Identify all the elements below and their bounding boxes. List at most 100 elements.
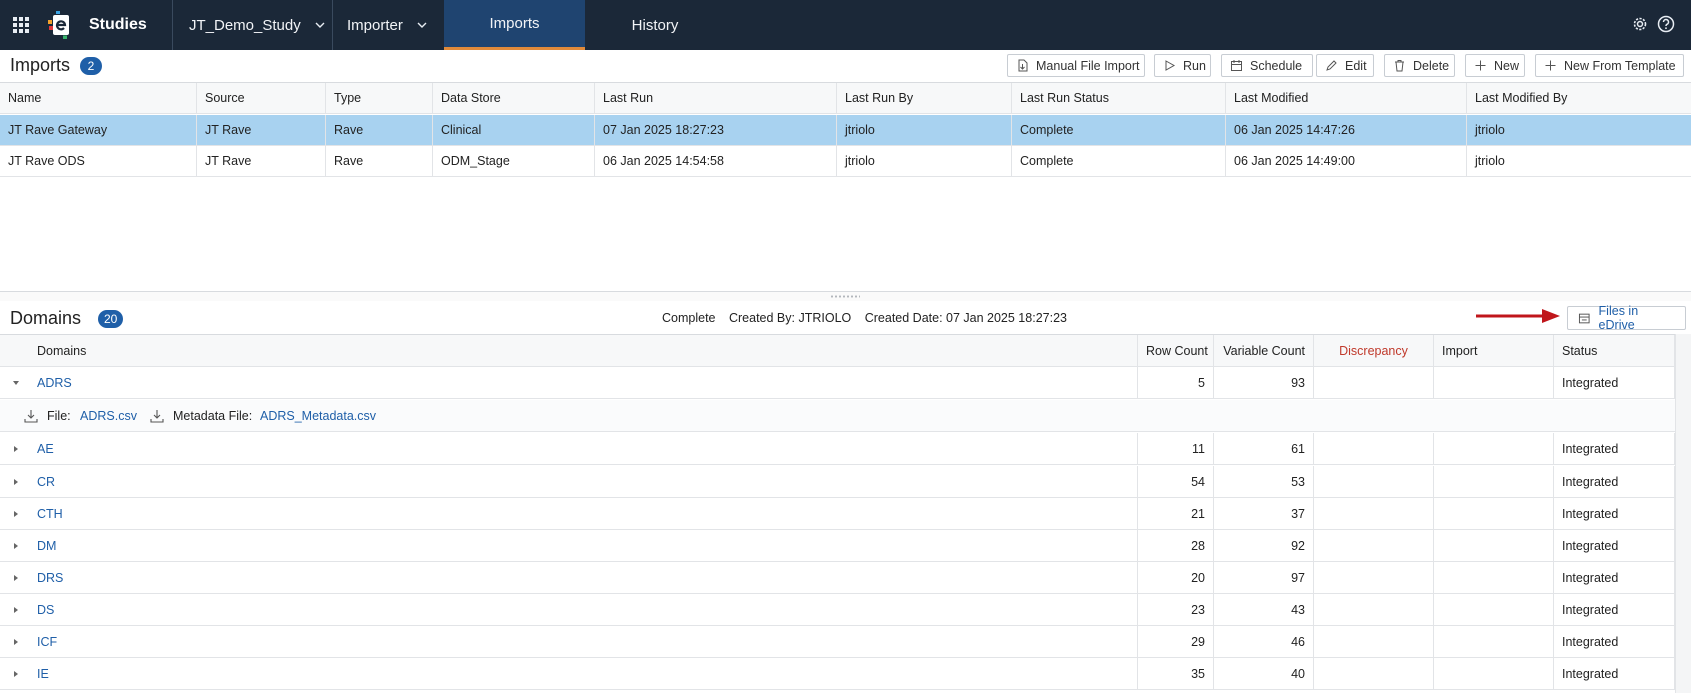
variable-count-cell: 53 xyxy=(1214,466,1314,497)
pencil-icon xyxy=(1326,60,1337,71)
domain-link[interactable]: CTH xyxy=(0,498,1138,529)
table-row[interactable]: AE 11 61 Integrated xyxy=(0,433,1675,465)
table-row[interactable]: CTH 21 37 Integrated xyxy=(0,498,1675,530)
metadata-file-label: Metadata File: xyxy=(173,409,253,423)
run-status-text: Complete xyxy=(662,311,716,325)
status-cell: Integrated xyxy=(1554,367,1675,398)
column-header[interactable]: Variable Count xyxy=(1214,335,1314,366)
edit-label: Edit xyxy=(1345,58,1367,73)
variable-count-cell: 97 xyxy=(1214,562,1314,593)
domain-link[interactable]: ICF xyxy=(0,626,1138,657)
table-row[interactable]: ICF 29 46 Integrated xyxy=(0,626,1675,658)
new-from-template-button[interactable]: New From Template xyxy=(1535,54,1684,77)
column-header[interactable]: Name xyxy=(0,83,197,113)
table-row[interactable]: JT Rave Gateway JT Rave Rave Clinical 07… xyxy=(0,115,1691,146)
column-header[interactable]: Row Count xyxy=(1138,335,1214,366)
column-header[interactable]: Last Modified xyxy=(1226,83,1467,113)
row-count-cell: 29 xyxy=(1138,626,1214,657)
manual-file-import-button[interactable]: Manual File Import xyxy=(1007,54,1145,77)
annotation-arrow-icon xyxy=(1476,309,1560,323)
table-row[interactable]: ADRS 5 93 Integrated xyxy=(0,367,1675,399)
delete-button[interactable]: Delete xyxy=(1384,54,1455,77)
tab-imports[interactable]: Imports xyxy=(444,0,585,50)
table-cell: jtriolo xyxy=(837,146,1012,176)
domain-link[interactable]: CR xyxy=(0,466,1138,497)
discrepancy-cell xyxy=(1314,498,1434,529)
chevron-down-icon xyxy=(417,22,427,28)
column-header[interactable]: Last Run xyxy=(595,83,837,113)
domain-link[interactable]: DM xyxy=(0,530,1138,561)
column-header[interactable]: Import xyxy=(1434,335,1554,366)
discrepancy-cell xyxy=(1314,433,1434,464)
domain-link[interactable]: ADRS xyxy=(0,367,1138,398)
row-count-cell: 11 xyxy=(1138,433,1214,464)
table-row[interactable]: JT Rave ODS JT Rave Rave ODM_Stage 06 Ja… xyxy=(0,146,1691,177)
module-selector[interactable]: Importer xyxy=(347,0,447,50)
column-header[interactable]: Data Store xyxy=(433,83,595,113)
domain-link[interactable]: DRS xyxy=(0,562,1138,593)
new-button[interactable]: New xyxy=(1465,54,1525,77)
status-cell: Integrated xyxy=(1554,498,1675,529)
study-selector[interactable]: JT_Demo_Study xyxy=(189,0,329,50)
table-row[interactable]: CR 54 53 Integrated xyxy=(0,466,1675,498)
column-header[interactable]: Domains xyxy=(0,335,1138,366)
tab-imports-label: Imports xyxy=(489,15,540,32)
metadata-file-link[interactable]: ADRS_Metadata.csv xyxy=(260,400,376,432)
plus-icon xyxy=(1545,60,1556,71)
vertical-scrollbar[interactable] xyxy=(1675,334,1691,693)
table-row[interactable]: DRS 20 97 Integrated xyxy=(0,562,1675,594)
row-count-cell: 5 xyxy=(1138,367,1214,398)
import-cell xyxy=(1434,466,1554,497)
table-row[interactable]: DS 23 43 Integrated xyxy=(0,594,1675,626)
column-header[interactable]: Last Run Status xyxy=(1012,83,1226,113)
table-cell: Complete xyxy=(1012,115,1226,145)
import-cell xyxy=(1434,562,1554,593)
study-selector-label: JT_Demo_Study xyxy=(189,16,301,34)
files-in-edrive-button[interactable]: Files in eDrive xyxy=(1567,304,1686,332)
row-count-cell: 23 xyxy=(1138,594,1214,625)
apps-grid-icon[interactable] xyxy=(13,17,29,33)
table-row[interactable]: DM 28 92 Integrated xyxy=(0,530,1675,562)
column-header[interactable]: Type xyxy=(326,83,433,113)
panel-splitter[interactable] xyxy=(0,292,1691,301)
schedule-button[interactable]: Schedule xyxy=(1221,54,1313,77)
column-header[interactable]: Last Modified By xyxy=(1467,83,1691,113)
run-button[interactable]: Run xyxy=(1154,54,1211,77)
download-icon[interactable] xyxy=(150,409,164,423)
file-link[interactable]: ADRS.csv xyxy=(80,400,137,432)
created-by-text: Created By: JTRIOLO xyxy=(728,311,852,325)
domain-link[interactable]: IE xyxy=(0,658,1138,689)
file-import-icon xyxy=(1018,59,1028,72)
domain-link[interactable]: AE xyxy=(0,433,1138,464)
tab-history[interactable]: History xyxy=(585,0,725,50)
file-label: File: xyxy=(47,409,71,423)
download-icon[interactable] xyxy=(24,409,38,423)
new-from-template-label: New From Template xyxy=(1564,58,1676,73)
help-icon[interactable] xyxy=(1657,15,1675,33)
brand-title[interactable]: Studies xyxy=(89,16,147,34)
gear-icon[interactable] xyxy=(1631,15,1649,33)
column-header[interactable]: Source xyxy=(197,83,326,113)
plus-icon xyxy=(1475,60,1486,71)
imports-count-badge: 2 xyxy=(80,57,102,75)
discrepancy-cell xyxy=(1314,562,1434,593)
table-cell: 07 Jan 2025 18:27:23 xyxy=(595,115,837,145)
column-header[interactable]: Discrepancy xyxy=(1314,335,1434,366)
column-header[interactable]: Status xyxy=(1554,335,1675,366)
column-header[interactable]: Last Run By xyxy=(837,83,1012,113)
row-count-cell: 20 xyxy=(1138,562,1214,593)
edit-button[interactable]: Edit xyxy=(1316,54,1374,77)
drive-icon xyxy=(1578,313,1590,323)
nav-divider xyxy=(332,0,333,50)
variable-count-cell: 93 xyxy=(1214,367,1314,398)
table-row[interactable]: IE 35 40 Integrated xyxy=(0,658,1675,690)
domain-link[interactable]: DS xyxy=(0,594,1138,625)
import-cell xyxy=(1434,367,1554,398)
status-cell: Integrated xyxy=(1554,658,1675,689)
discrepancy-cell xyxy=(1314,594,1434,625)
import-cell xyxy=(1434,530,1554,561)
table-cell: JT Rave Gateway xyxy=(0,115,197,145)
drag-handle-icon[interactable] xyxy=(830,295,860,298)
domains-grid: Domains Row Count Variable Count Discrep… xyxy=(0,334,1675,693)
table-cell: 06 Jan 2025 14:49:00 xyxy=(1226,146,1467,176)
